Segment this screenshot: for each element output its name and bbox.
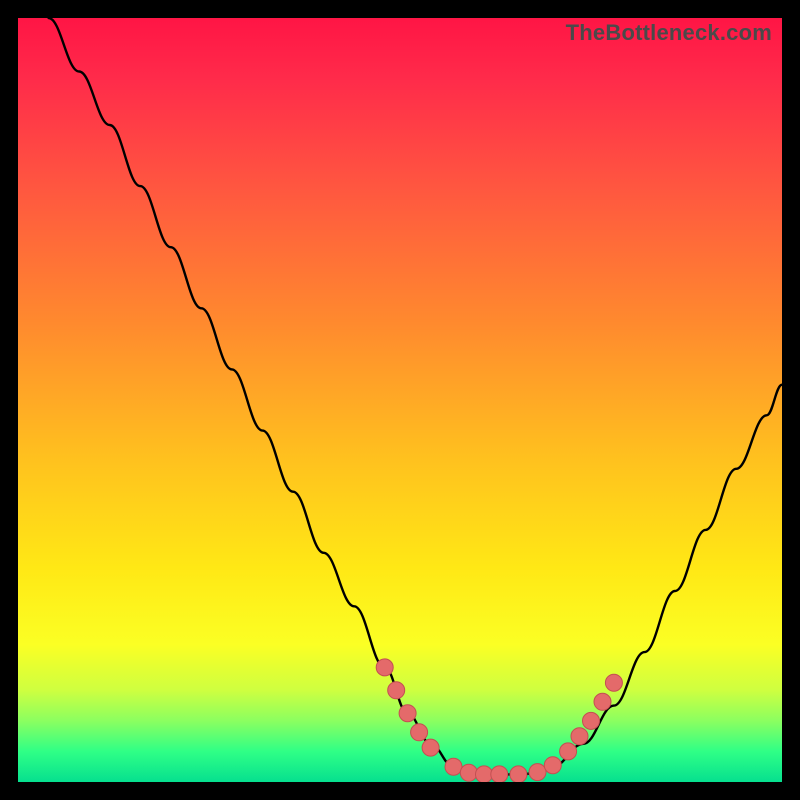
highlight-dot [476, 766, 493, 782]
highlight-dots [376, 659, 622, 782]
highlight-dot [594, 693, 611, 710]
highlight-dot [460, 764, 477, 781]
highlight-dot [544, 757, 561, 774]
highlight-dot [376, 659, 393, 676]
highlight-dot [491, 766, 508, 782]
highlight-dot [529, 764, 546, 781]
highlight-dot [445, 758, 462, 775]
highlight-dot [388, 682, 405, 699]
highlight-dot [605, 674, 622, 691]
plot-area: TheBottleneck.com [18, 18, 782, 782]
highlight-dot [399, 705, 416, 722]
highlight-dot [571, 728, 588, 745]
curve-overlay [18, 18, 782, 782]
highlight-dot [411, 724, 428, 741]
bottleneck-curve [49, 18, 782, 774]
highlight-dot [422, 739, 439, 756]
highlight-dot [510, 766, 527, 782]
chart-frame: TheBottleneck.com [0, 0, 800, 800]
highlight-dot [560, 743, 577, 760]
highlight-dot [583, 712, 600, 729]
